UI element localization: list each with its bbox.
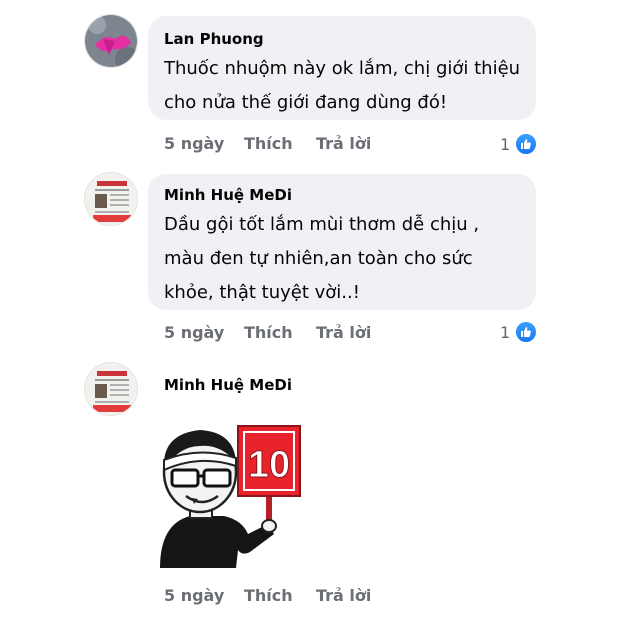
reaction-count: 1 xyxy=(500,322,511,342)
pink-cloth-photo-icon xyxy=(85,15,137,67)
avatar[interactable] xyxy=(84,362,138,416)
comment-author[interactable]: Minh Huệ MeDi xyxy=(164,376,292,394)
avatar[interactable] xyxy=(84,14,138,68)
thumbs-up-icon xyxy=(514,132,539,156)
comment-author[interactable]: Lan Phuong xyxy=(164,30,264,48)
cartoon-man-holding-sign-icon: 10 xyxy=(160,425,301,568)
newspaper-photo-icon xyxy=(85,363,137,415)
like-button[interactable]: Thích xyxy=(244,323,293,342)
newspaper-photo-icon xyxy=(85,173,137,225)
like-button[interactable]: Thích xyxy=(244,134,293,153)
avatar[interactable] xyxy=(84,172,138,226)
sign-number: 10 xyxy=(248,444,290,486)
comment-bubble: Lan Phuong Thuốc nhuộm này ok lắm, chị g… xyxy=(148,16,536,120)
reply-button[interactable]: Trả lời xyxy=(316,134,371,153)
comment-time[interactable]: 5 ngày xyxy=(164,586,224,605)
reply-button[interactable]: Trả lời xyxy=(316,586,371,605)
comment-text: Dầu gội tốt lắm mùi thơm dễ chịu , màu đ… xyxy=(164,214,480,303)
comment-time[interactable]: 5 ngày xyxy=(164,323,224,342)
score-ten-sign-sticker[interactable]: 10 xyxy=(150,416,310,576)
reaction-summary[interactable]: 1 xyxy=(500,320,539,344)
reaction-summary[interactable]: 1 xyxy=(500,132,539,156)
comment-bubble: Minh Huệ MeDi Dầu gội tốt lắm mùi thơm d… xyxy=(148,174,536,310)
like-button[interactable]: Thích xyxy=(244,586,293,605)
reply-button[interactable]: Trả lời xyxy=(316,323,371,342)
comment-author[interactable]: Minh Huệ MeDi xyxy=(164,186,292,204)
thumbs-up-icon xyxy=(514,320,539,344)
comment-text: Thuốc nhuộm này ok lắm, chị giới thiệu c… xyxy=(164,58,521,113)
reaction-count: 1 xyxy=(500,134,511,154)
comment-time[interactable]: 5 ngày xyxy=(164,134,224,153)
